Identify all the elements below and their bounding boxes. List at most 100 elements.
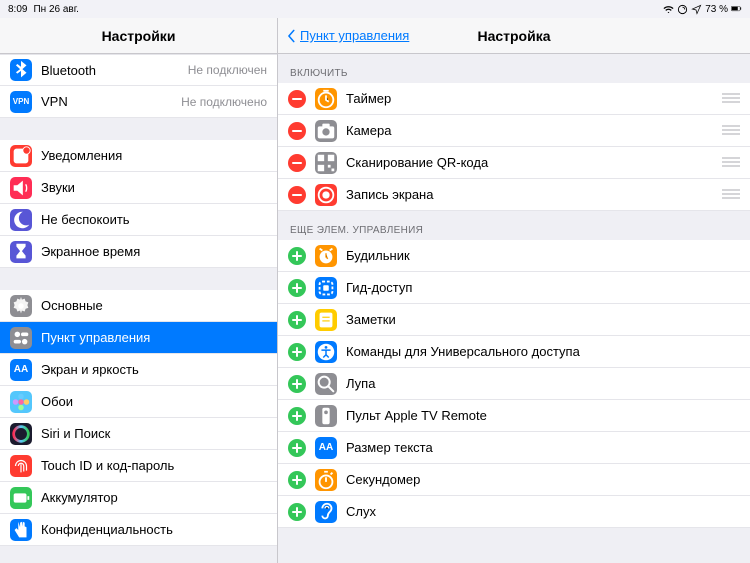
control-item-label: Пульт Apple TV Remote: [346, 408, 740, 423]
add-button[interactable]: [288, 247, 306, 265]
hourglass-icon: [10, 241, 32, 263]
sidebar-item-label: Обои: [41, 394, 267, 409]
control-item-screenrecord[interactable]: Запись экрана: [278, 179, 750, 211]
sidebar-item-screentime[interactable]: Экранное время: [0, 236, 277, 268]
sidebar-item-general[interactable]: Основные: [0, 290, 277, 322]
status-bar: 8:09 Пн 26 авг. 73 %: [0, 0, 750, 18]
control-item-label: Гид-доступ: [346, 280, 740, 295]
reorder-grip-icon[interactable]: [722, 187, 740, 203]
sidebar-item-siri[interactable]: Siri и Поиск: [0, 418, 277, 450]
control-item-textsize[interactable]: AAРазмер текста: [278, 432, 750, 464]
add-button[interactable]: [288, 503, 306, 521]
sidebar-item-battery[interactable]: Аккумулятор: [0, 482, 277, 514]
control-item-accessibility[interactable]: Команды для Универсального доступа: [278, 336, 750, 368]
control-item-timer[interactable]: Таймер: [278, 83, 750, 115]
sidebar-item-dnd[interactable]: Не беспокоить: [0, 204, 277, 236]
back-label: Пункт управления: [300, 28, 409, 43]
add-button[interactable]: [288, 343, 306, 361]
gear-icon: [10, 295, 32, 317]
remove-button[interactable]: [288, 90, 306, 108]
switches-icon: [10, 327, 32, 349]
control-item-hearing[interactable]: Слух: [278, 496, 750, 528]
timer-icon: [315, 88, 337, 110]
sidebar-scroll[interactable]: BluetoothНе подключен VPN VPN Не подключено…: [0, 54, 277, 563]
control-item-alarm[interactable]: Будильник: [278, 240, 750, 272]
sidebar-item-label: Экран и яркость: [41, 362, 267, 377]
wifi-icon: [663, 4, 674, 15]
remove-button[interactable]: [288, 186, 306, 204]
detail-pane: Пункт управления Настройка ВКЛЮЧИТЬ Тайме…: [278, 18, 750, 563]
include-section-header: ВКЛЮЧИТЬ: [278, 54, 750, 83]
accessibility-icon: [315, 341, 337, 363]
sidebar-item-label: Пункт управления: [41, 330, 267, 345]
record-icon: [315, 184, 337, 206]
add-button[interactable]: [288, 279, 306, 297]
sidebar-item-vpn[interactable]: VPN VPN Не подключено: [0, 86, 277, 118]
control-item-label: Размер текста: [346, 440, 740, 455]
add-button[interactable]: [288, 311, 306, 329]
sidebar-item-label: Звуки: [41, 180, 267, 195]
sidebar-item-display[interactable]: AA Экран и яркость: [0, 354, 277, 386]
sidebar-item-label: VPN: [41, 94, 172, 109]
sidebar-item-control-center[interactable]: Пункт управления: [0, 322, 277, 354]
sounds-icon: [10, 177, 32, 199]
control-item-label: Запись экрана: [346, 187, 713, 202]
qr-icon: [315, 152, 337, 174]
control-item-appletv[interactable]: Пульт Apple TV Remote: [278, 400, 750, 432]
remove-button[interactable]: [288, 154, 306, 172]
sidebar-item-detail: Не подключен: [188, 63, 267, 77]
battery-icon: [731, 4, 742, 15]
notes-icon: [315, 309, 337, 331]
sidebar-item-sounds[interactable]: Звуки: [0, 172, 277, 204]
back-button[interactable]: Пункт управления: [284, 18, 409, 53]
hand-icon: [10, 519, 32, 541]
control-item-qr[interactable]: Сканирование QR-кода: [278, 147, 750, 179]
sidebar-navbar: Настройки: [0, 18, 277, 54]
add-button[interactable]: [288, 407, 306, 425]
vpn-icon: VPN: [10, 91, 32, 113]
sidebar-item-bluetooth[interactable]: BluetoothНе подключен: [0, 54, 277, 86]
add-button[interactable]: [288, 375, 306, 393]
control-item-notes[interactable]: Заметки: [278, 304, 750, 336]
magnifier-icon: [315, 373, 337, 395]
sidebar-item-label: Конфиденциальность: [41, 522, 267, 537]
control-item-label: Камера: [346, 123, 713, 138]
settings-sidebar: Настройки BluetoothНе подключен VPN VPN Не …: [0, 18, 278, 563]
aa-icon: AA: [10, 359, 32, 381]
orientation-lock-icon: [677, 4, 688, 15]
remove-button[interactable]: [288, 122, 306, 140]
control-item-label: Команды для Универсального доступа: [346, 344, 740, 359]
status-date: Пн 26 авг.: [33, 4, 78, 15]
detail-scroll[interactable]: ВКЛЮЧИТЬ Таймер Камера Сканирование QR-кода…: [278, 54, 750, 563]
control-item-label: Заметки: [346, 312, 740, 327]
sidebar-item-notifications[interactable]: Уведомления: [0, 140, 277, 172]
add-button[interactable]: [288, 439, 306, 457]
reorder-grip-icon[interactable]: [722, 123, 740, 139]
chevron-left-icon: [284, 29, 298, 43]
reorder-grip-icon[interactable]: [722, 155, 740, 171]
control-item-label: Лупа: [346, 376, 740, 391]
sidebar-item-label: Основные: [41, 298, 267, 313]
detail-title: Настройка: [477, 28, 550, 44]
sidebar-item-privacy[interactable]: Конфиденциальность: [0, 514, 277, 546]
remote-icon: [315, 405, 337, 427]
add-button[interactable]: [288, 471, 306, 489]
sidebar-item-label: Touch ID и код-пароль: [41, 458, 267, 473]
battery-percent: 73 %: [705, 4, 728, 15]
reorder-grip-icon[interactable]: [722, 91, 740, 107]
sidebar-item-label: Siri и Поиск: [41, 426, 267, 441]
control-item-guided[interactable]: Гид-доступ: [278, 272, 750, 304]
sidebar-item-label: Уведомления: [41, 148, 267, 163]
detail-navbar: Пункт управления Настройка: [278, 18, 750, 54]
control-item-stopwatch[interactable]: Секундомер: [278, 464, 750, 496]
control-item-magnifier[interactable]: Лупа: [278, 368, 750, 400]
fingerprint-icon: [10, 455, 32, 477]
sidebar-item-touchid[interactable]: Touch ID и код-пароль: [0, 450, 277, 482]
location-icon: [691, 4, 702, 15]
sidebar-item-label: Аккумулятор: [41, 490, 267, 505]
control-item-label: Таймер: [346, 91, 713, 106]
camera-icon: [315, 120, 337, 142]
control-item-camera[interactable]: Камера: [278, 115, 750, 147]
sidebar-item-detail: Не подключено: [181, 95, 267, 109]
sidebar-item-wallpaper[interactable]: Обои: [0, 386, 277, 418]
